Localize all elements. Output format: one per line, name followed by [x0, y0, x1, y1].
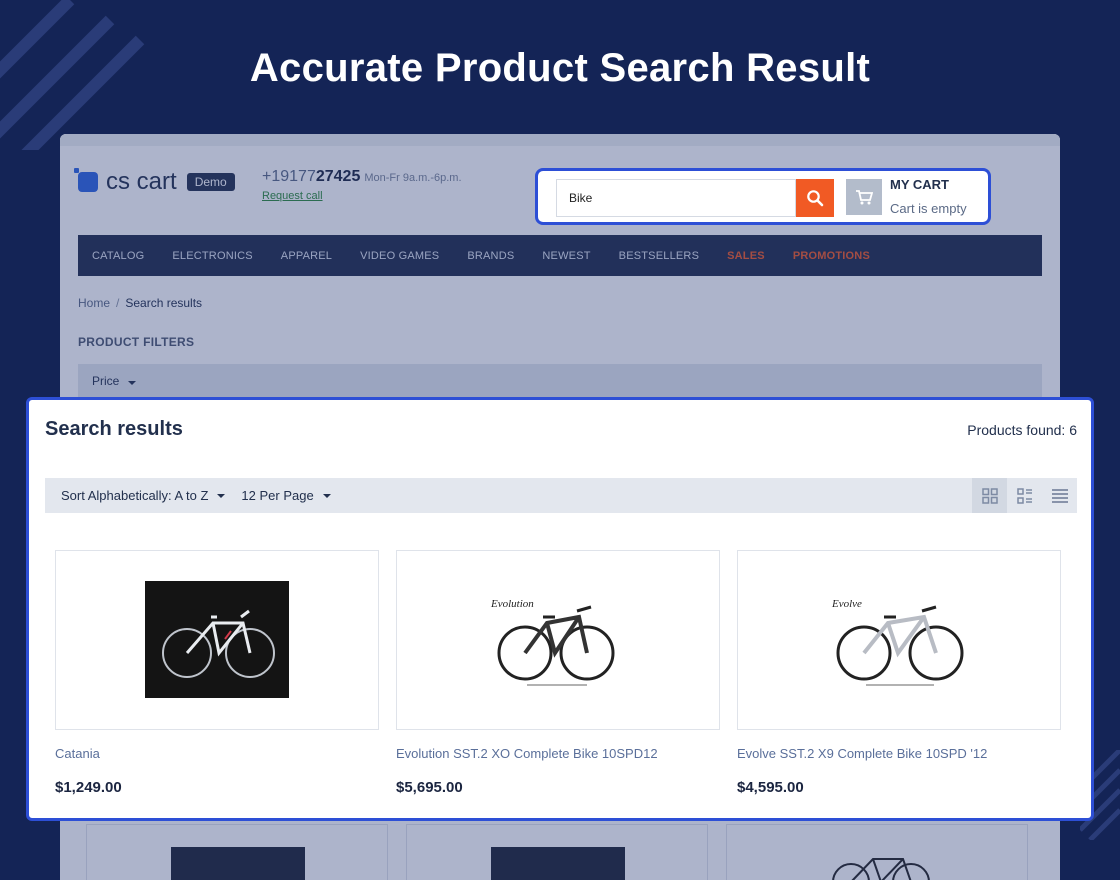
sort-dropdown[interactable]: Sort Alphabetically: A to Z [61, 488, 226, 503]
product-card[interactable]: Catania $1,249.00 [55, 550, 379, 796]
nav-item-video-games[interactable]: VIDEO GAMES [360, 250, 439, 262]
chevron-down-icon [217, 493, 226, 498]
search-cart-highlight: Bike MY CART Cart is empty [535, 168, 991, 225]
results-title: Search results [45, 418, 183, 440]
breadcrumb-current: Search results [125, 296, 203, 310]
phone-main: 27425 [315, 168, 361, 185]
product-image[interactable]: Evolve [737, 550, 1061, 730]
compact-list-icon [1051, 488, 1068, 503]
bike-brand-mark: Evolution [490, 598, 534, 610]
product-card [726, 824, 1028, 880]
list-view-button[interactable] [1007, 478, 1042, 513]
price-filter-label: Price [92, 374, 120, 388]
per-page-label: 12 Per Page [241, 488, 314, 503]
cart-title[interactable]: MY CART [890, 177, 949, 192]
cart-status: Cart is empty [890, 201, 967, 216]
bike-photo [491, 847, 625, 880]
bike-photo [171, 847, 305, 880]
price-filter[interactable]: Price [78, 364, 1042, 398]
search-input[interactable]: Bike [556, 179, 796, 217]
breadcrumb-separator: / [116, 296, 120, 310]
nav-item-newest[interactable]: NEWEST [542, 250, 590, 262]
sort-toolbar: Sort Alphabetically: A to Z 12 Per Page [45, 478, 1077, 513]
nav-item-bestsellers[interactable]: BESTSELLERS [619, 250, 699, 262]
mountain-bike-dark-photo: Evolution [490, 598, 615, 686]
search-button[interactable] [796, 179, 834, 217]
background-product-row [86, 824, 1036, 880]
bike-brand-mark: Evolve [831, 598, 862, 610]
store-logo[interactable]: cs cart Demo [74, 168, 235, 196]
phone-number: +1917727425 Mon-Fr 9a.m.-6p.m. [262, 168, 462, 186]
product-price: $1,249.00 [55, 779, 122, 796]
top-strip [60, 134, 1060, 146]
product-image[interactable] [55, 550, 379, 730]
nav-item-brands[interactable]: BRANDS [467, 250, 514, 262]
product-card[interactable]: Evolve Evolve SST.2 X9 Complete Bike 10S… [737, 550, 1061, 796]
product-name[interactable]: Evolve SST.2 X9 Complete Bike 10SPD '12 [737, 746, 1061, 761]
product-price: $4,595.00 [737, 779, 804, 796]
list-view-icon [1016, 487, 1032, 504]
cart-button[interactable] [846, 179, 882, 215]
search-icon [807, 190, 824, 207]
grid-view-icon [981, 487, 998, 504]
phone-prefix: +19177 [262, 168, 316, 185]
cart-icon [856, 190, 873, 205]
product-card[interactable]: Evolution Evolution SST.2 XO Complete Bi… [396, 550, 720, 796]
nav-item-promotions[interactable]: PROMOTIONS [793, 250, 870, 262]
sort-label: Sort Alphabetically: A to Z [61, 488, 209, 503]
product-card [86, 824, 388, 880]
product-name[interactable]: Catania [55, 746, 379, 761]
mountain-bike-silver-photo: Evolve [831, 598, 964, 686]
logo-text: cs cart [106, 168, 177, 195]
product-name[interactable]: Evolution SST.2 XO Complete Bike 10SPD12 [396, 746, 720, 761]
breadcrumb: Home / Search results [78, 296, 202, 310]
compact-list-button[interactable] [1042, 478, 1077, 513]
search-results-panel: Search results Products found: 6 Sort Al… [26, 397, 1094, 821]
nav-item-electronics[interactable]: ELECTRONICS [172, 250, 252, 262]
grid-view-button[interactable] [972, 478, 1007, 513]
product-filters-title: PRODUCT FILTERS [78, 335, 195, 349]
product-image[interactable]: Evolution [396, 550, 720, 730]
products-found-count: Products found: 6 [967, 422, 1077, 438]
phone-hours: Mon-Fr 9a.m.-6p.m. [364, 172, 462, 184]
cs-cart-logo-icon [74, 168, 98, 192]
product-price: $5,695.00 [396, 779, 463, 796]
road-bike-photo [145, 581, 289, 698]
nav-item-catalog[interactable]: CATALOG [92, 250, 144, 262]
breadcrumb-home[interactable]: Home [78, 296, 110, 310]
per-page-dropdown[interactable]: 12 Per Page [241, 488, 331, 503]
demo-badge: Demo [186, 173, 235, 191]
chevron-down-icon [128, 381, 137, 385]
chevron-down-icon [322, 493, 331, 498]
nav-item-apparel[interactable]: APPAREL [281, 250, 332, 262]
bike-photo [811, 847, 945, 880]
main-nav: CATALOG ELECTRONICS APPAREL VIDEO GAMES … [78, 235, 1042, 276]
view-switcher [972, 478, 1077, 513]
product-card [406, 824, 708, 880]
request-call-link[interactable]: Request call [262, 190, 323, 202]
nav-item-sales[interactable]: SALES [727, 250, 765, 262]
page-title: Accurate Product Search Result [249, 46, 871, 90]
